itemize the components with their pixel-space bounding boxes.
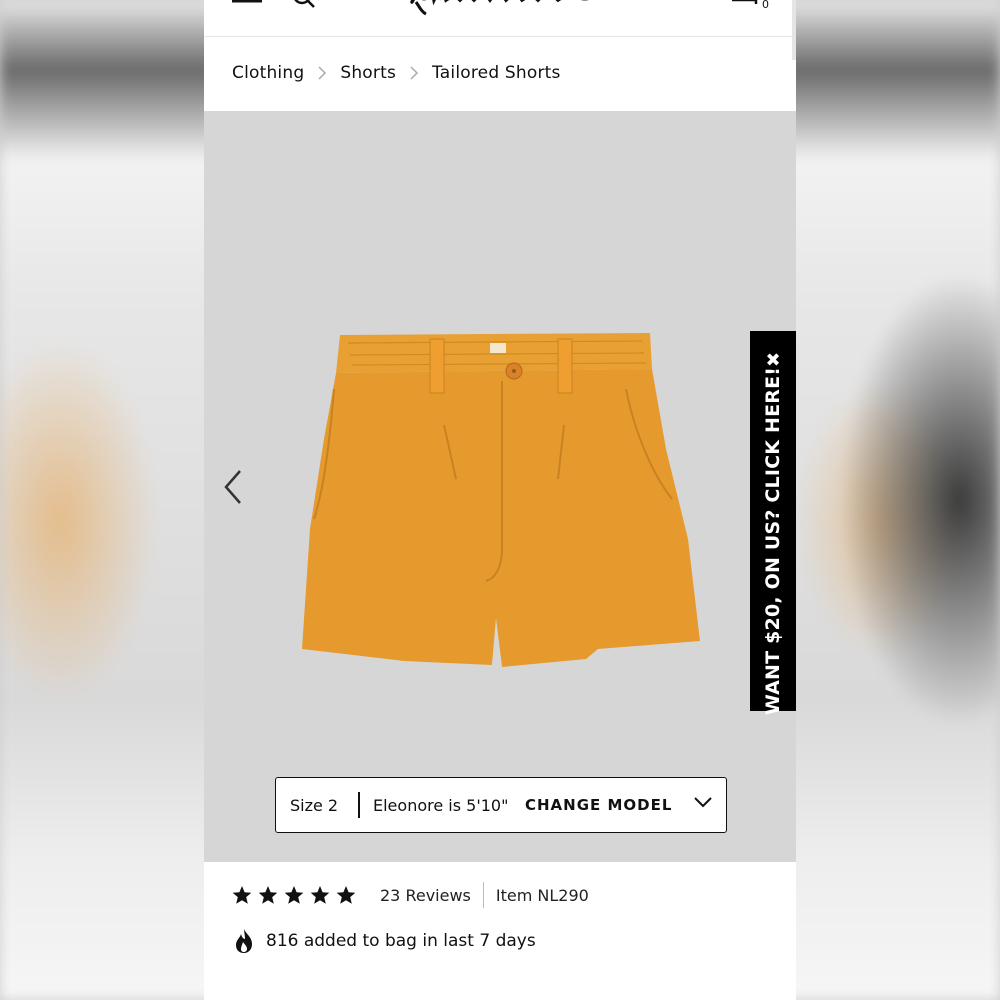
search-icon[interactable] (292, 0, 318, 10)
breadcrumb-shorts[interactable]: Shorts (340, 63, 396, 83)
chevron-right-icon (396, 63, 432, 83)
change-model-button[interactable]: CHANGE MODEL (525, 796, 672, 814)
breadcrumb-tailored-shorts[interactable]: Tailored Shorts (432, 63, 561, 83)
account-icon[interactable] (666, 0, 694, 6)
breadcrumb: Clothing Shorts Tailored Shorts (232, 60, 561, 86)
star-icon (232, 886, 252, 904)
star-icon (310, 886, 330, 904)
star-icon (336, 886, 356, 904)
top-nav: 0 (204, 0, 796, 60)
scrollbar[interactable] (792, 0, 796, 60)
svg-text:0: 0 (762, 0, 769, 11)
item-number: Item NL290 (495, 885, 589, 905)
reviews-link[interactable]: 23 Reviews (380, 886, 471, 905)
size-label: Size 2 (290, 795, 339, 815)
bag-icon[interactable]: 0 (730, 0, 770, 12)
rating-row: 23 Reviews Item NL290 (232, 880, 589, 910)
product-image[interactable] (296, 329, 716, 679)
star-icon (258, 886, 278, 904)
promo-tab[interactable]: ✖ WANT $20, ON US? CLICK HERE! (750, 331, 796, 715)
social-proof: 816 added to bag in last 7 days (232, 926, 536, 956)
divider (482, 882, 484, 908)
star-icon (284, 886, 304, 904)
menu-icon[interactable] (232, 0, 262, 4)
star-rating[interactable] (232, 885, 356, 905)
chevron-right-icon (304, 63, 340, 83)
model-size-selector[interactable]: Size 2 Eleonore is 5'10" CHANGE MODEL (275, 777, 727, 833)
chevron-down-icon[interactable] (694, 796, 712, 808)
brand-logo[interactable] (408, 0, 598, 16)
promo-text[interactable]: WANT $20, ON US? CLICK HERE! (762, 367, 784, 715)
social-proof-text: 816 added to bag in last 7 days (266, 931, 536, 951)
breadcrumb-clothing[interactable]: Clothing (232, 63, 304, 83)
chevron-left-icon[interactable] (218, 467, 248, 507)
fire-icon (236, 929, 252, 953)
phone-screen: 0 Clothing Shorts Tailored Shorts ✖ WANT… (204, 0, 796, 1000)
model-label: Eleonore is 5'10" (373, 795, 509, 815)
product-gallery[interactable]: ✖ WANT $20, ON US? CLICK HERE! Size 2 El… (204, 111, 796, 862)
